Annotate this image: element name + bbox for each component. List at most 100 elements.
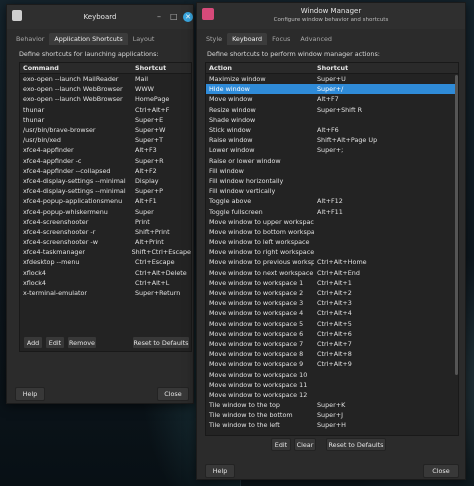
table-row[interactable]: xfce4-display-settings --minimal Super+P <box>20 186 191 196</box>
table-row[interactable]: Maximize window Super+U <box>206 74 458 84</box>
table-row[interactable]: x-terminal-emulator Super+Return <box>20 288 191 298</box>
row-cell-command: x-terminal-emulator <box>23 289 88 298</box>
table-row[interactable]: Move window Alt+F7 <box>206 94 458 104</box>
table-row[interactable]: xfdesktop --menu Ctrl+Escape <box>20 257 191 267</box>
row-cell-shortcut: Ctrl+Alt+End <box>317 268 360 277</box>
wm-titlebar[interactable]: Window Manager Configure window behavior… <box>197 3 465 29</box>
table-row[interactable]: Fill window vertically <box>206 186 458 196</box>
tab-layout[interactable]: Layout <box>128 33 160 45</box>
help-button[interactable]: Help <box>15 387 45 401</box>
minimize-icon[interactable]: – <box>157 13 161 21</box>
table-row[interactable]: Toggle above Alt+F12 <box>206 196 458 206</box>
close-button[interactable]: Close <box>157 387 189 401</box>
table-row[interactable]: Toggle fullscreen Alt+F11 <box>206 206 458 216</box>
tab-focus[interactable]: Focus <box>267 33 295 45</box>
table-row[interactable]: xfce4-display-settings --minimal Display <box>20 176 191 186</box>
maximize-icon[interactable]: □ <box>170 13 178 21</box>
table-row[interactable]: Move window to workspace 10 <box>206 369 458 379</box>
row-cell-command: xfdesktop --menu <box>23 258 80 267</box>
wm-edit-button[interactable]: Edit <box>271 438 291 451</box>
table-row[interactable]: thunar Super+E <box>20 115 191 125</box>
table-row[interactable]: Shade window <box>206 115 458 125</box>
table-row[interactable]: Move window to next workspace Ctrl+Alt+En… <box>206 268 458 278</box>
column-header-shortcut[interactable]: Shortcut <box>314 64 348 72</box>
table-row[interactable]: Raise window Shift+Alt+Page Up <box>206 135 458 145</box>
table-row[interactable]: Move window to workspace 4 Ctrl+Alt+4 <box>206 308 458 318</box>
table-row[interactable]: exo-open --launch WebBrowser HomePage <box>20 94 191 104</box>
table-row[interactable]: xfce4-screenshooter -r Shift+Print <box>20 227 191 237</box>
table-row[interactable]: /usr/bin/brave-browser Super+W <box>20 125 191 135</box>
row-cell-action: Move window to right workspace <box>209 248 314 257</box>
clear-button[interactable]: Clear <box>294 438 316 451</box>
tab-style[interactable]: Style <box>201 33 227 45</box>
column-header-shortcut[interactable]: Shortcut <box>132 64 166 72</box>
close-icon[interactable]: ✕ <box>183 12 193 22</box>
table-row[interactable]: Fill window horizontally <box>206 176 458 186</box>
tab-advanced[interactable]: Advanced <box>295 33 337 45</box>
table-row[interactable]: xfce4-taskmanager Shift+Ctrl+Escape <box>20 247 191 257</box>
table-row[interactable]: xfce4-appfinder Alt+F3 <box>20 145 191 155</box>
table-row[interactable]: xfce4-appfinder --collapsed Alt+F2 <box>20 166 191 176</box>
table-row[interactable]: Tile window to the top Super+K <box>206 400 458 410</box>
table-row[interactable]: thunar Ctrl+Alt+F <box>20 105 191 115</box>
table-row[interactable]: Move window to left workspace <box>206 237 458 247</box>
row-cell-action: Move window to workspace 12 <box>209 390 308 399</box>
tab-behavior[interactable]: Behavior <box>11 33 49 45</box>
keyboard-app-icon <box>12 10 22 21</box>
remove-button[interactable]: Remove <box>67 336 97 349</box>
add-button[interactable]: Add <box>23 336 43 349</box>
row-cell-shortcut: Ctrl+Alt+7 <box>317 339 352 348</box>
tab-application-shortcuts[interactable]: Application Shortcuts <box>49 33 128 45</box>
table-row[interactable]: Tile window to the bottom Super+J <box>206 410 458 420</box>
wm-reset-to-defaults-button[interactable]: Reset to Defaults <box>326 438 386 451</box>
table-row[interactable]: exo-open --launch MailReader Mail <box>20 74 191 84</box>
table-row[interactable]: Tile window to the left Super+H <box>206 420 458 430</box>
row-cell-action: Resize window <box>209 105 256 114</box>
keyboard-titlebar[interactable]: Keyboard – □ ✕ <box>7 5 193 29</box>
table-row[interactable]: Move window to workspace 7 Ctrl+Alt+7 <box>206 339 458 349</box>
table-row[interactable]: Move window to workspace 5 Ctrl+Alt+5 <box>206 319 458 329</box>
row-cell-command: xfce4-screenshooter <box>23 217 89 226</box>
wm-scrollbar[interactable] <box>455 75 458 375</box>
table-row[interactable]: xfce4-appfinder -c Super+R <box>20 156 191 166</box>
table-row[interactable]: Move window to workspace 12 <box>206 390 458 400</box>
reset-to-defaults-button[interactable]: Reset to Defaults <box>132 336 190 349</box>
table-row[interactable]: Move window to previous workspaceCtrl+Al… <box>206 257 458 267</box>
table-row[interactable]: Move window to workspace 3 Ctrl+Alt+3 <box>206 298 458 308</box>
edit-button[interactable]: Edit <box>45 336 65 349</box>
wm-close-button[interactable]: Close <box>423 464 459 478</box>
table-row[interactable]: exo-open --launch WebBrowser WWW <box>20 84 191 94</box>
table-row[interactable]: Move window to workspace 8 Ctrl+Alt+8 <box>206 349 458 359</box>
table-row[interactable]: Move window to workspace 11 <box>206 380 458 390</box>
table-row[interactable]: /usr/bin/xed Super+T <box>20 135 191 145</box>
table-row[interactable]: xflock4 Ctrl+Alt+L <box>20 278 191 288</box>
table-row[interactable]: Move window to upper workspace <box>206 217 458 227</box>
table-row[interactable]: Move window to workspace 2 Ctrl+Alt+2 <box>206 288 458 298</box>
table-row[interactable]: Move window to workspace 9 Ctrl+Alt+9 <box>206 359 458 369</box>
table-row[interactable]: Move window to bottom workspace <box>206 227 458 237</box>
table-row[interactable]: Stick window Alt+F6 <box>206 125 458 135</box>
table-row[interactable]: xflock4 Ctrl+Alt+Delete <box>20 268 191 278</box>
table-row[interactable]: Move window to workspace 6 Ctrl+Alt+6 <box>206 329 458 339</box>
window-manager-window: Window Manager Configure window behavior… <box>196 2 466 480</box>
table-row[interactable]: xfce4-screenshooter Print <box>20 217 191 227</box>
table-row[interactable]: xfce4-popup-whiskermenu Super <box>20 206 191 216</box>
table-row[interactable]: Lower window Super+; <box>206 145 458 155</box>
table-row[interactable]: Move window to right workspace <box>206 247 458 257</box>
keyboard-description: Define shortcuts for launching applicati… <box>19 50 159 58</box>
column-header-action[interactable]: Action <box>206 64 314 72</box>
row-cell-shortcut: Super+Return <box>135 289 181 298</box>
table-row[interactable]: Move window to workspace 1 Ctrl+Alt+1 <box>206 278 458 288</box>
table-row[interactable]: Raise or lower window <box>206 156 458 166</box>
table-row[interactable]: Resize window Super+Shift R <box>206 105 458 115</box>
table-row[interactable]: Fill window <box>206 166 458 176</box>
row-cell-action: Raise or lower window <box>209 156 281 165</box>
table-row[interactable]: Hide window Super+/ <box>206 84 458 95</box>
table-row[interactable]: xfce4-popup-applicationsmenu Alt+F1 <box>20 196 191 206</box>
wm-help-button[interactable]: Help <box>205 464 235 478</box>
tab-keyboard[interactable]: Keyboard <box>227 33 268 45</box>
row-cell-shortcut: Super+T <box>135 136 163 145</box>
row-cell-command: thunar <box>23 115 45 124</box>
column-header-command[interactable]: Command <box>20 64 132 72</box>
table-row[interactable]: xfce4-screenshooter -w Alt+Print <box>20 237 191 247</box>
